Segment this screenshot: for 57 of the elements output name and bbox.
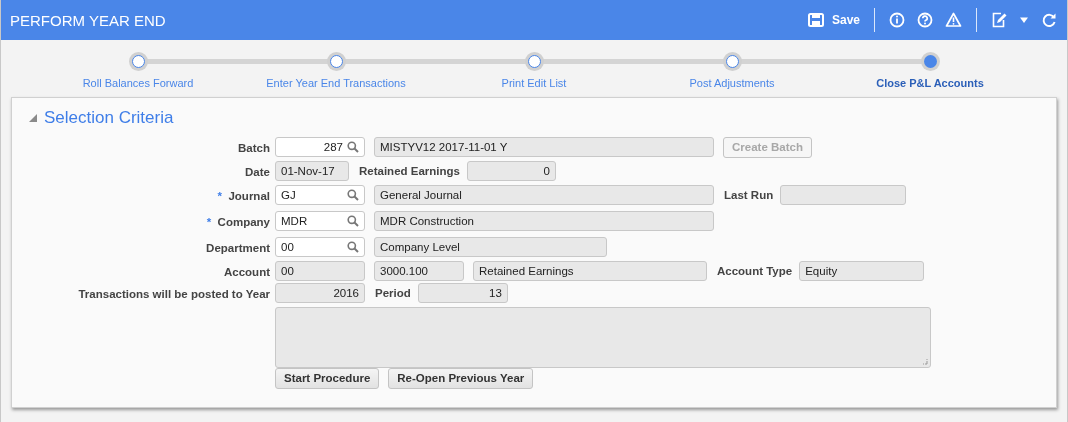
field-label: Company (217, 216, 270, 228)
search-icon[interactable] (347, 141, 359, 153)
action-button[interactable]: Re-Open Previous Year (388, 367, 534, 389)
save-button[interactable]: Save (801, 13, 866, 27)
step-label[interactable]: Close P&L Accounts (876, 77, 984, 89)
lookup-field[interactable]: GJ (275, 185, 365, 205)
read-only-field: Equity (799, 261, 925, 281)
caret-icon[interactable] (1019, 16, 1029, 24)
section-title: Selection Criteria (44, 108, 174, 128)
step-dot[interactable] (524, 52, 544, 71)
window-title: PERFORM YEAR END (10, 11, 166, 29)
lookup-field[interactable]: 00 (275, 237, 365, 257)
collapse-triangle-icon[interactable] (28, 113, 38, 123)
search-icon[interactable] (347, 241, 359, 253)
field-label: Date (245, 166, 270, 178)
resize-grip-icon[interactable] (921, 357, 928, 365)
step-label[interactable]: Post Adjustments (689, 77, 775, 89)
step-label[interactable]: Enter Year End Transactions (266, 77, 406, 89)
edit-icon[interactable] (991, 12, 1007, 28)
field-label: Retained Earnings (359, 165, 460, 177)
step-dot[interactable] (920, 52, 940, 71)
step-dot[interactable] (722, 52, 742, 71)
read-only-field: 0 (466, 161, 556, 181)
required-marker: * (206, 216, 212, 228)
search-icon[interactable] (347, 215, 359, 227)
step-dot[interactable] (326, 52, 346, 71)
read-only-field: 2016 (275, 283, 365, 303)
read-only-field: 13 (417, 283, 508, 303)
field-label: Account (224, 266, 270, 278)
read-only-field: 01-Nov-17 (275, 161, 349, 181)
field-label: Batch (238, 142, 270, 154)
step-dot[interactable] (128, 52, 148, 71)
warning-icon[interactable] (945, 12, 962, 28)
field-label: Last Run (724, 189, 774, 201)
lookup-field[interactable]: MDR (275, 211, 365, 231)
field-label: Transactions will be posted to Year (78, 288, 270, 300)
refresh-icon[interactable] (1041, 12, 1057, 28)
lookup-field[interactable]: 287 (275, 137, 365, 157)
field-label: Department (206, 242, 270, 254)
read-only-field: MISTYV12 2017-11-01 Y (374, 137, 714, 157)
read-only-field: Company Level (374, 237, 607, 257)
field-label: Journal (228, 190, 270, 202)
read-only-field: Retained Earnings (473, 261, 707, 281)
info-icon[interactable] (889, 12, 905, 28)
action-button[interactable]: Start Procedure (275, 367, 380, 389)
required-marker: * (217, 190, 222, 202)
field-label: Account Type (717, 265, 793, 277)
help-icon[interactable] (917, 12, 933, 28)
read-only-field: General Journal (374, 185, 714, 205)
save-icon (807, 13, 824, 27)
search-icon[interactable] (347, 189, 359, 201)
field-label: Period (375, 287, 411, 299)
step-label[interactable]: Roll Balances Forward (82, 77, 194, 89)
read-only-field: 00 (275, 261, 365, 281)
read-only-field: MDR Construction (374, 211, 714, 231)
step-label[interactable]: Print Edit List (501, 77, 567, 89)
read-only-field: 3000.100 (374, 261, 464, 281)
